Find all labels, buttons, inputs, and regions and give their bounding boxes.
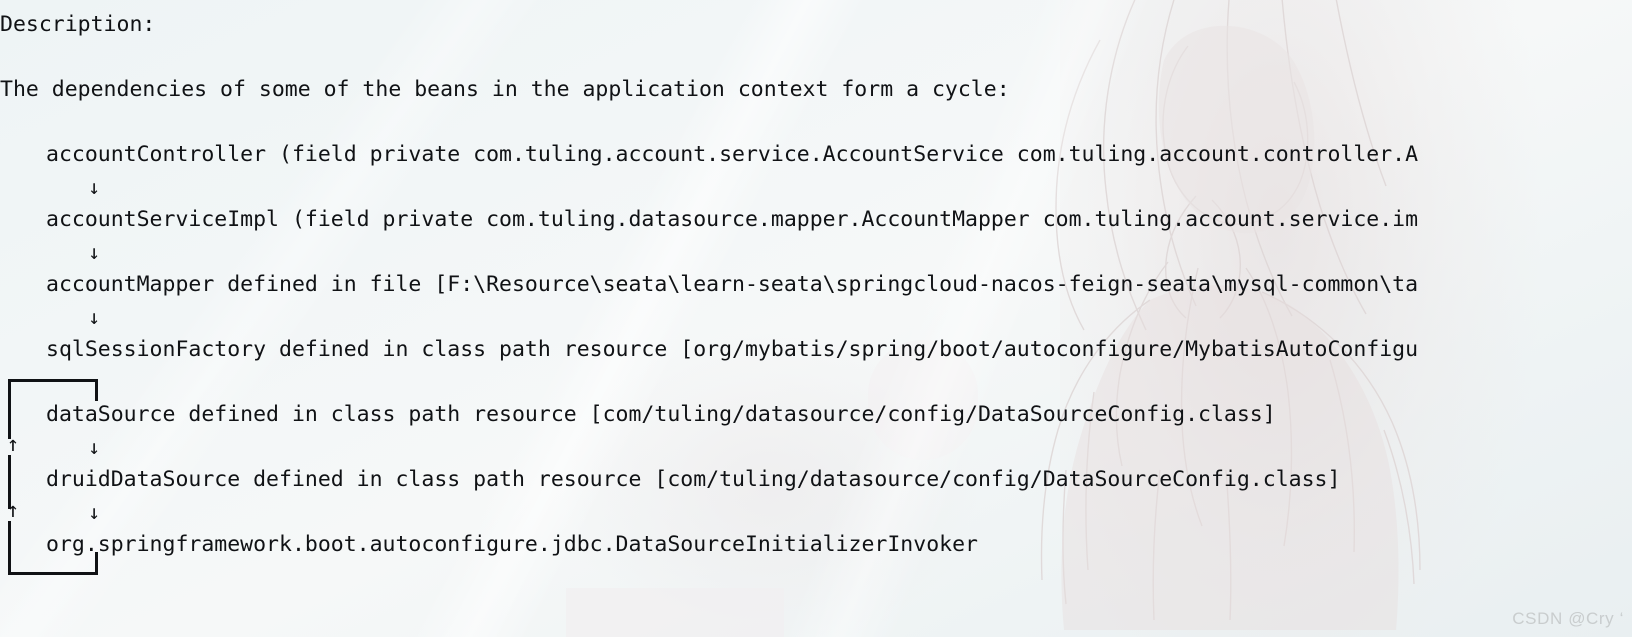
bean-line-dataSource: dataSource defined in class path resourc… (46, 402, 1276, 427)
console-error-output: Description: The dependencies of some of… (0, 0, 1632, 637)
chain-arrow-down-4-icon: ↓ (88, 435, 101, 459)
chain-arrow-down-5-icon: ↓ (88, 500, 101, 524)
bean-line-accountMapper: accountMapper defined in file [F:\Resour… (46, 272, 1419, 297)
description-heading: Description: (0, 12, 156, 37)
chain-arrow-down-1-icon: ↓ (88, 175, 101, 199)
error-text-block: Description: The dependencies of some of… (0, 0, 1632, 637)
chain-arrow-down-2-icon: ↓ (88, 240, 101, 264)
csdn-watermark: CSDN @Cry ‘ (1512, 609, 1624, 628)
chain-arrow-down-3-icon: ↓ (88, 305, 101, 329)
bean-line-dataSourceInitializerInvoker: org.springframework.boot.autoconfigure.j… (46, 532, 978, 557)
bean-line-accountController: accountController (field private com.tul… (46, 142, 1419, 167)
bean-line-druidDataSource: druidDataSource defined in class path re… (46, 467, 1341, 492)
cycle-summary-text: The dependencies of some of the beans in… (0, 77, 1010, 102)
bean-line-accountServiceImpl: accountServiceImpl (field private com.tu… (46, 207, 1419, 232)
bean-line-sqlSessionFactory: sqlSessionFactory defined in class path … (46, 337, 1419, 362)
